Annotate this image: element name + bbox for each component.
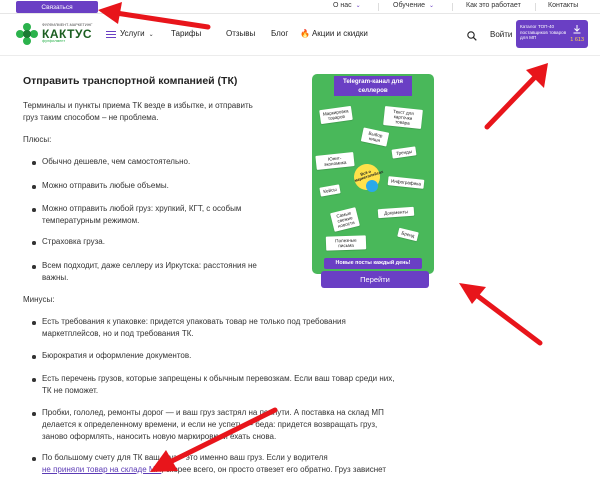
topnav-learning-label: Обучение	[393, 2, 426, 9]
topnav-how-it-works[interactable]: Как это работает	[466, 2, 521, 9]
fire-icon: 🔥	[300, 29, 310, 38]
cons-item-cont: не приняли товар на складе МП, скорее вс…	[42, 464, 386, 476]
nav-blog[interactable]: Блог	[271, 29, 288, 38]
banner-note: Текст для карточки товара	[383, 106, 423, 129]
telegram-banner[interactable]: Telegram-канал для селлеров Маркировка т…	[312, 74, 434, 274]
nav-reviews[interactable]: Отзывы	[226, 29, 255, 38]
banner-note: Документы	[377, 206, 415, 219]
bullet-dot	[32, 241, 36, 245]
banner-footer: Новые посты каждый день!	[324, 258, 422, 269]
bullet-dot	[32, 355, 36, 359]
banner-note: Полезные письма	[325, 235, 367, 251]
catalog-file-size: 1 613	[570, 37, 584, 43]
banner-title: Telegram-канал для селлеров	[334, 76, 412, 96]
banner-note: Маркировка товаров	[319, 105, 353, 125]
chevron-down-icon: ⌄	[429, 3, 435, 9]
intro-line-2: груз таким способом – не проблема.	[23, 113, 159, 122]
pros-item: Всем подходит, даже селлеру из Иркутска:…	[42, 261, 257, 270]
pros-item: Обычно дешевле, чем самостоятельно.	[42, 157, 191, 166]
topnav-learning[interactable]: Обучение ⌄	[393, 2, 434, 9]
top-utility-bar: Связаться О нас ⌄ Обучение ⌄ Как это работ…	[0, 0, 600, 14]
nav-promos[interactable]: 🔥 Акции и скидки	[300, 29, 368, 38]
divider	[378, 3, 379, 11]
catalog-download-button[interactable]: Каталог ТОП-40 поставщиков товаров для М…	[516, 20, 588, 48]
logo-text: ФУЛФИЛМЕНТ-МАРКЕТИНГ КАКТУС фулфилмент	[42, 23, 92, 44]
pros-item: Можно отправить любой груз: хрупкий, КГТ…	[42, 204, 242, 213]
section-heading: Отправить транспортной компанией (ТК)	[23, 75, 238, 87]
cons-item-tail: , скорее всего, он просто отвезет его об…	[161, 465, 387, 474]
cactus-logo-icon	[16, 23, 38, 45]
marketplace-rejected-link[interactable]: не приняли товар на складе МП	[42, 465, 161, 474]
cons-item: Бюрократия и оформление документов.	[42, 351, 192, 360]
main-header: ФУЛФИЛМЕНТ-МАРКЕТИНГ КАКТУС фулфилмент У…	[0, 14, 600, 56]
nav-tariffs[interactable]: Тарифы	[171, 29, 201, 38]
cons-item-cont: маркетплейсов, но и под требования ТК.	[42, 329, 194, 338]
bullet-dot	[32, 208, 36, 212]
chevron-down-icon: ⌄	[148, 32, 154, 38]
topnav-contacts[interactable]: Контакты	[548, 2, 578, 9]
pros-item-cont: температурным режимом.	[42, 216, 140, 225]
cons-item: По большому счету для ТК ваш груз – это …	[42, 453, 328, 462]
banner-note: Самые свежие новости	[330, 207, 360, 232]
contact-button[interactable]: Связаться	[16, 1, 98, 13]
download-icon	[573, 25, 581, 34]
banner-note: Выбор ниши	[360, 127, 390, 147]
bullet-dot	[32, 457, 36, 461]
pros-title: Плюсы:	[23, 135, 52, 144]
go-button[interactable]: Перейти	[321, 271, 429, 288]
menu-icon[interactable]	[106, 31, 116, 39]
bullet-dot	[32, 185, 36, 189]
pros-item-cont: важны.	[42, 273, 69, 282]
arrow-catalog	[484, 72, 540, 130]
logo[interactable]: ФУЛФИЛМЕНТ-МАРКЕТИНГ КАКТУС фулфилмент	[16, 23, 92, 45]
bullet-dot	[32, 161, 36, 165]
telegram-icon	[366, 180, 378, 192]
cons-item: Пробки, гололед, ремонты дорог — и ваш г…	[42, 408, 384, 417]
topnav-about[interactable]: О нас ⌄	[333, 2, 361, 9]
cons-item-cont: заново оформлять, наносить новую маркиро…	[42, 432, 277, 441]
bullet-dot	[32, 412, 36, 416]
pros-item: Страховка груза.	[42, 237, 105, 246]
divider	[452, 3, 453, 11]
cons-item-cont: ТК не поможет.	[42, 386, 99, 395]
arrowhead-go-button	[459, 283, 486, 304]
bullet-dot	[32, 265, 36, 269]
chevron-down-icon: ⌄	[355, 3, 361, 9]
divider	[535, 3, 536, 11]
search-icon[interactable]	[467, 31, 477, 41]
pros-item: Можно отправить любые объемы.	[42, 181, 169, 190]
banner-note: Инфографика	[387, 176, 425, 189]
login-link[interactable]: Войти	[490, 30, 512, 39]
cons-item: Есть требования к упаковке: придется упа…	[42, 317, 346, 326]
nav-services[interactable]: Услуги ⌄	[120, 29, 154, 38]
banner-note: Тренды	[391, 146, 417, 159]
banner-note: Юнит-экономика	[315, 152, 355, 170]
intro-line-1: Терминалы и пункты приема ТК везде в изб…	[23, 101, 253, 110]
bullet-dot	[32, 321, 36, 325]
arrowhead-catalog	[526, 63, 548, 88]
bullet-dot	[32, 378, 36, 382]
topnav-about-label: О нас	[333, 2, 352, 9]
cons-title: Минусы:	[23, 295, 55, 304]
cons-item-cont: делается к определенному времени, и если…	[42, 420, 378, 429]
nav-promos-label: Акции и скидки	[311, 29, 368, 38]
catalog-text: Каталог ТОП-40 поставщиков товаров для М…	[520, 24, 567, 41]
banner-note: Бренд	[397, 227, 419, 242]
nav-services-label: Услуги	[120, 29, 145, 38]
banner-note: Кейсы	[319, 184, 341, 197]
cons-item: Есть перечень грузов, которые запрещены …	[42, 374, 395, 383]
arrow-go-button	[472, 291, 543, 346]
